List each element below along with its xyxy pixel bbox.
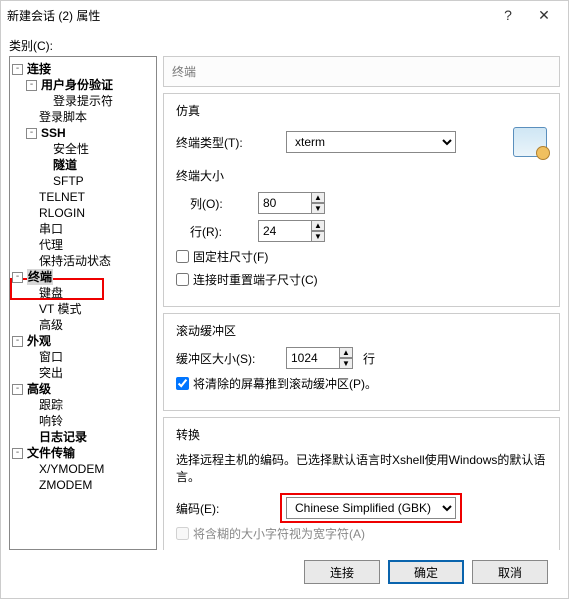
label-term-type: 终端类型(T):: [176, 134, 276, 151]
combo-encoding[interactable]: Chinese Simplified (GBK): [286, 497, 456, 519]
tree-node-keyboard[interactable]: 键盘: [39, 285, 63, 301]
tree-node-proxy[interactable]: 代理: [39, 237, 63, 253]
tree-node-highlight[interactable]: 突出: [39, 365, 63, 381]
input-rows[interactable]: [258, 220, 312, 242]
tree-node-filetransfer[interactable]: 文件传输: [27, 445, 75, 461]
check-widechar[interactable]: 将含糊的大小字符视为宽字符(A): [176, 525, 547, 542]
dialog-window: 新建会话 (2) 属性 ? ✕ 类别(C): -连接 -用户身份验证 登录提示符…: [0, 0, 569, 599]
category-label: 类别(C):: [9, 37, 560, 54]
spin-down-icon[interactable]: ▼: [339, 358, 353, 369]
label-cols: 列(O):: [176, 195, 248, 212]
expander-icon[interactable]: -: [12, 64, 23, 75]
tree-node-connection[interactable]: 连接: [27, 61, 51, 77]
content: 类别(C): -连接 -用户身份验证 登录提示符 登录脚本 -SSH: [1, 29, 568, 598]
label-unit: 行: [363, 350, 375, 367]
expander-icon[interactable]: -: [26, 80, 37, 91]
input-cols[interactable]: [258, 192, 312, 214]
help-button[interactable]: ?: [490, 1, 526, 29]
expander-icon[interactable]: -: [12, 272, 23, 283]
group-title-emulation: 仿真: [176, 102, 547, 119]
spin-down-icon[interactable]: ▼: [311, 203, 325, 214]
tree-node-vtmode[interactable]: VT 模式: [39, 301, 81, 317]
panel-convert: 转换 选择远程主机的编码。已选择默认语言时Xshell使用Windows的默认语…: [163, 417, 560, 550]
category-tree[interactable]: -连接 -用户身份验证 登录提示符 登录脚本 -SSH 安全性 隧道 SFTP: [9, 56, 157, 550]
connect-button[interactable]: 连接: [304, 560, 380, 584]
footer: 连接 确定 取消: [9, 550, 560, 598]
tree-node-advanced-terminal[interactable]: 高级: [39, 317, 63, 333]
tree-node-logging[interactable]: 日志记录: [39, 429, 87, 445]
spin-up-icon[interactable]: ▲: [311, 220, 325, 231]
tree-node-appearance[interactable]: 外观: [27, 333, 51, 349]
group-title-size: 终端大小: [176, 167, 547, 184]
breadcrumb: 终端: [163, 56, 560, 87]
close-button[interactable]: ✕: [526, 1, 562, 29]
window-title: 新建会话 (2) 属性: [7, 7, 490, 24]
spin-up-icon[interactable]: ▲: [339, 347, 353, 358]
tree-node-rlogin[interactable]: RLOGIN: [39, 205, 85, 221]
tree-node-ssh[interactable]: SSH: [41, 125, 66, 141]
group-title-scroll: 滚动缓冲区: [176, 322, 547, 339]
spin-up-icon[interactable]: ▲: [311, 192, 325, 203]
tree-node-telnet[interactable]: TELNET: [39, 189, 85, 205]
combo-term-type[interactable]: xterm: [286, 131, 456, 153]
tree-node-loginprompt[interactable]: 登录提示符: [53, 93, 113, 109]
tree-node-zmodem[interactable]: ZMODEM: [39, 477, 92, 493]
ok-button[interactable]: 确定: [388, 560, 464, 584]
panel-scroll: 滚动缓冲区 缓冲区大小(S): ▲▼ 行 将清除的屏幕推到滚动缓冲区(P)。: [163, 313, 560, 411]
label-buffer-size: 缓冲区大小(S):: [176, 350, 276, 367]
label-rows: 行(R):: [176, 223, 248, 240]
tree-node-tunnel[interactable]: 隧道: [53, 157, 77, 173]
check-push-cleared[interactable]: 将清除的屏幕推到滚动缓冲区(P)。: [176, 375, 547, 392]
tree-node-loginscript[interactable]: 登录脚本: [39, 109, 87, 125]
monitor-icon: [513, 127, 547, 157]
main-layout: -连接 -用户身份验证 登录提示符 登录脚本 -SSH 安全性 隧道 SFTP: [9, 56, 560, 550]
expander-icon[interactable]: -: [26, 128, 37, 139]
tree-node-serial[interactable]: 串口: [39, 221, 63, 237]
tree-node-security[interactable]: 安全性: [53, 141, 89, 157]
tree-node-sftp[interactable]: SFTP: [53, 173, 84, 189]
tree-node-advanced[interactable]: 高级: [27, 381, 51, 397]
tree-node-xymodem[interactable]: X/YMODEM: [39, 461, 104, 477]
tree-node-terminal[interactable]: 终端: [27, 269, 53, 285]
check-reset-on-connect[interactable]: 连接时重置端子尺寸(C): [176, 271, 547, 288]
titlebar: 新建会话 (2) 属性 ? ✕: [1, 1, 568, 29]
tree-node-window[interactable]: 窗口: [39, 349, 63, 365]
label-encoding: 编码(E):: [176, 500, 276, 517]
tree-node-trace[interactable]: 跟踪: [39, 397, 63, 413]
tree-node-auth[interactable]: 用户身份验证: [41, 77, 113, 93]
settings-pane: 终端 仿真 终端类型(T): xterm 终端大小 列(O): ▲▼: [163, 56, 560, 550]
expander-icon[interactable]: -: [12, 448, 23, 459]
tree-node-bell[interactable]: 响铃: [39, 413, 63, 429]
expander-icon[interactable]: -: [12, 336, 23, 347]
tree-node-keepalive[interactable]: 保持活动状态: [39, 253, 111, 269]
expander-icon[interactable]: -: [12, 384, 23, 395]
spin-down-icon[interactable]: ▼: [311, 231, 325, 242]
group-title-convert: 转换: [176, 426, 547, 443]
cancel-button[interactable]: 取消: [472, 560, 548, 584]
input-buffer-size[interactable]: [286, 347, 340, 369]
hint-convert: 选择远程主机的编码。已选择默认语言时Xshell使用Windows的默认语言。: [176, 451, 547, 485]
panel-emulation: 仿真 终端类型(T): xterm 终端大小 列(O): ▲▼ 行(R):: [163, 93, 560, 307]
check-fixed-cols[interactable]: 固定柱尺寸(F): [176, 248, 547, 265]
